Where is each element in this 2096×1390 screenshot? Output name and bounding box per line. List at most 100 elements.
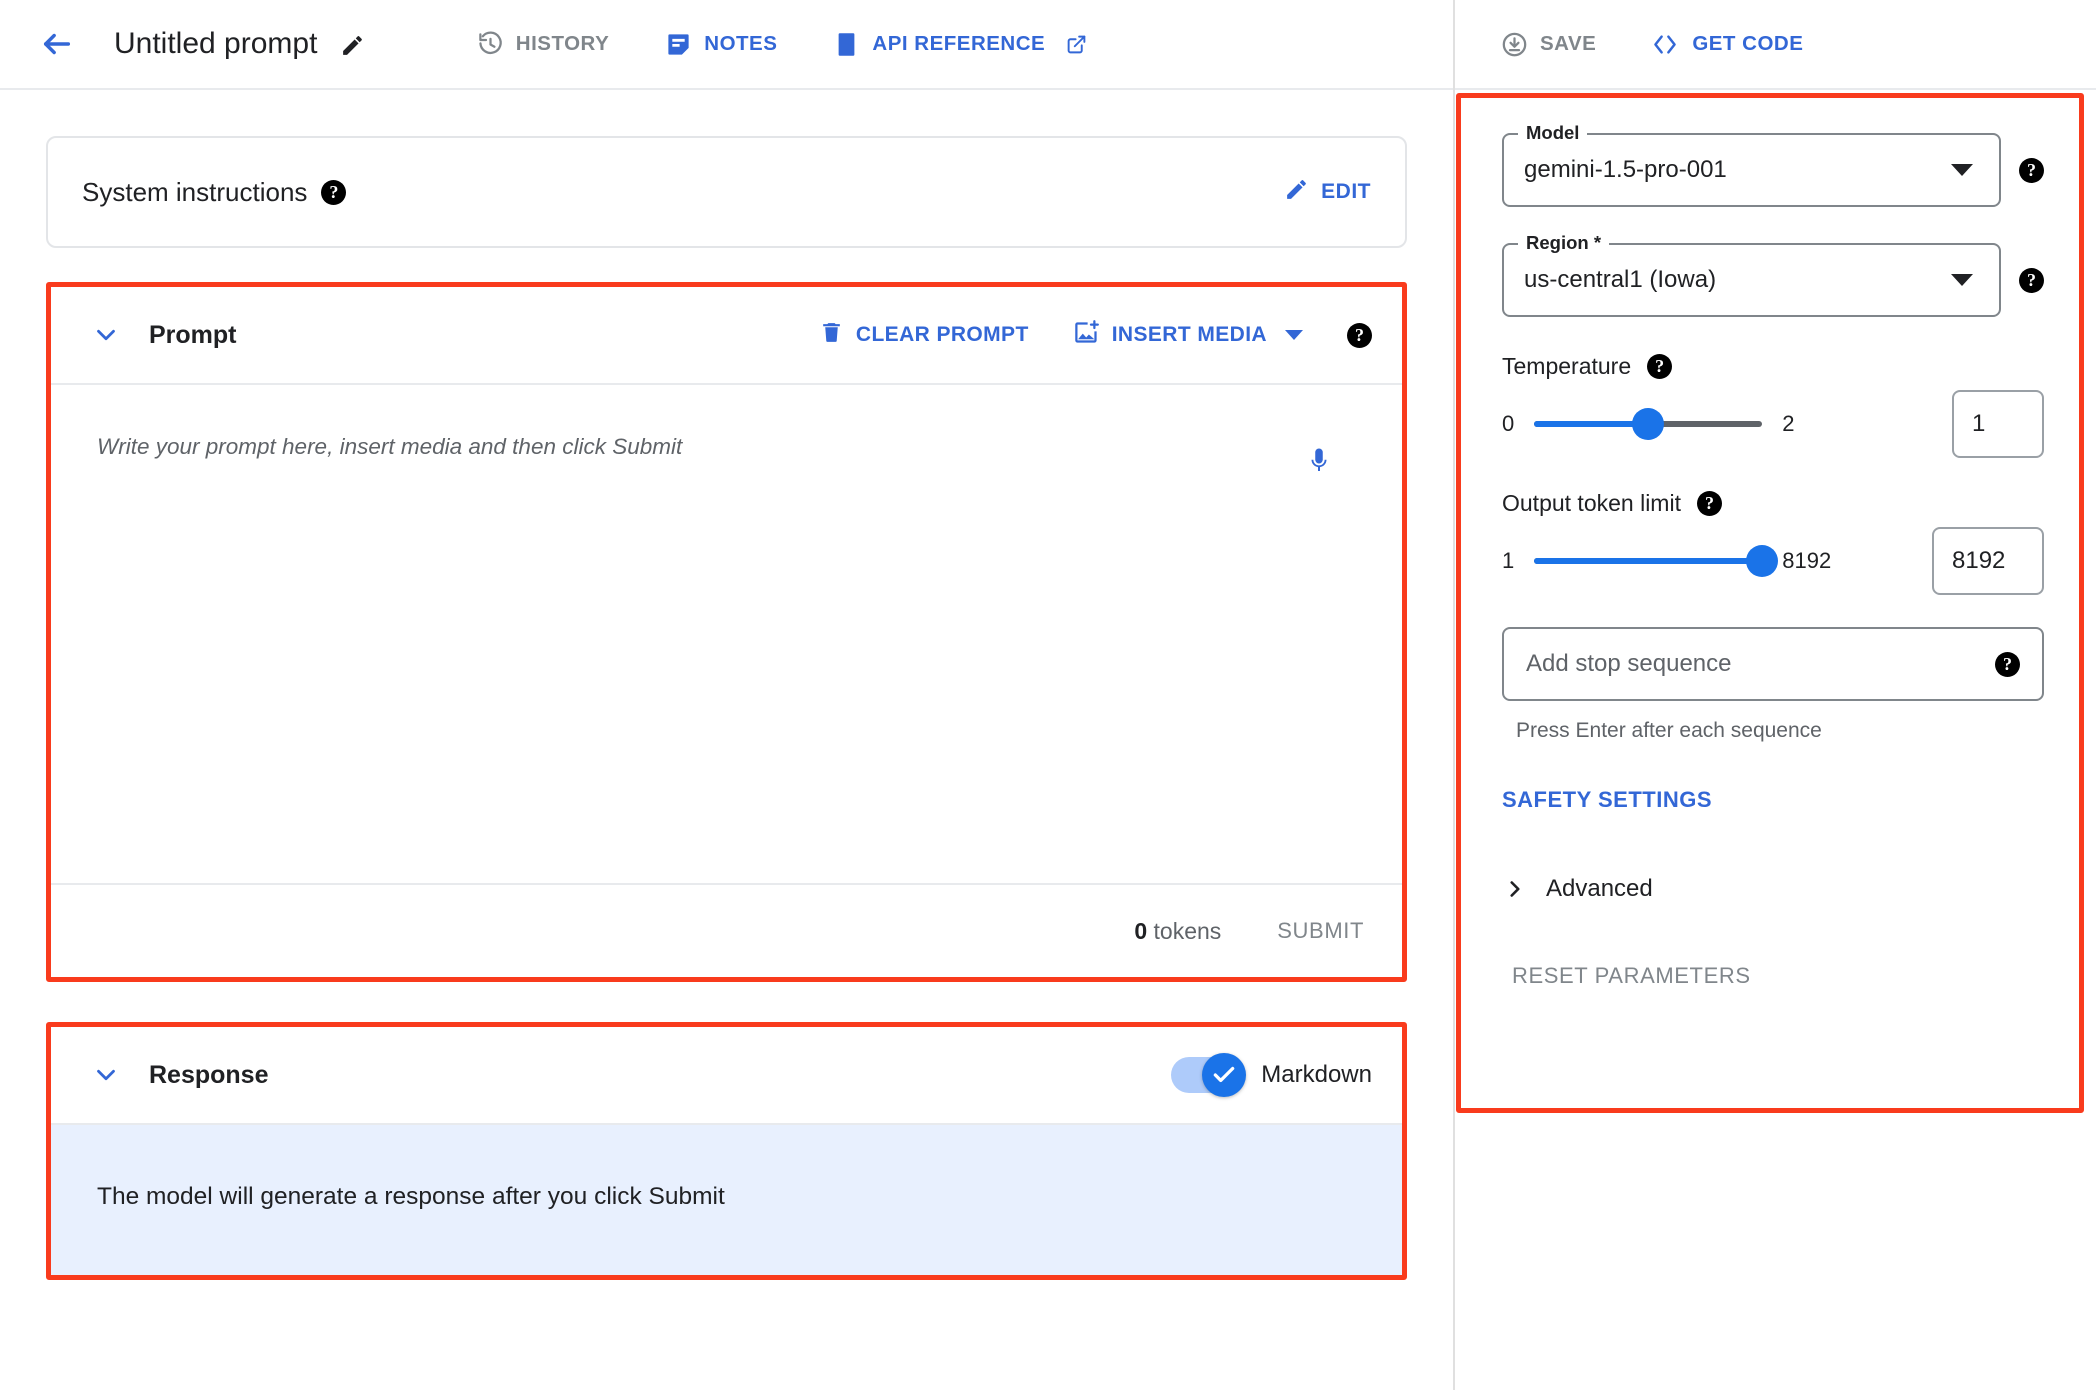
region-value: us-central1 (Iowa)	[1524, 266, 1717, 293]
main-content: System instructions ? EDIT Prompt CLEAR …	[0, 90, 1453, 1390]
save-button[interactable]: SAVE	[1501, 31, 1596, 58]
caret-down-icon	[1285, 330, 1303, 340]
back-button[interactable]	[34, 21, 80, 67]
help-icon[interactable]: ?	[2019, 267, 2044, 293]
notes-document-icon	[665, 31, 692, 58]
temperature-input[interactable]: 1	[1952, 390, 2044, 458]
token-count-unit: tokens	[1153, 917, 1222, 944]
temperature-slider-row: 0 2 1	[1502, 390, 2044, 458]
help-icon[interactable]: ?	[321, 179, 347, 205]
model-select[interactable]: Model gemini-1.5-pro-001	[1502, 122, 2001, 207]
help-icon[interactable]: ?	[2019, 157, 2044, 183]
output-token-limit-slider[interactable]	[1534, 545, 1779, 577]
advanced-label: Advanced	[1546, 875, 1653, 902]
trash-icon	[819, 320, 844, 351]
parameters-form: Model gemini-1.5-pro-001 ? Region * us-c…	[1456, 93, 2084, 989]
page-title-text: Untitled prompt	[114, 27, 318, 60]
code-brackets-icon	[1650, 31, 1680, 58]
temperature-group: Temperature ? 0 2 1	[1502, 353, 2044, 458]
temperature-min: 0	[1502, 411, 1515, 436]
output-token-limit-min: 1	[1502, 548, 1515, 573]
edit-system-instructions-button[interactable]: EDIT	[1284, 177, 1371, 208]
stop-sequence-field[interactable]: Add stop sequence ?	[1502, 627, 2044, 701]
prompt-header: Prompt CLEAR PROMPT INSERT MEDIA ?	[51, 287, 1402, 385]
clear-prompt-button[interactable]: CLEAR PROMPT	[819, 320, 1029, 351]
save-label: SAVE	[1540, 32, 1597, 55]
history-label: HISTORY	[515, 32, 610, 55]
output-token-limit-input[interactable]: 8192	[1932, 527, 2044, 595]
output-token-limit-max: 8192	[1782, 548, 1832, 573]
prompt-placeholder: Write your prompt here, insert media and…	[97, 434, 683, 459]
caret-down-icon	[1951, 274, 1973, 286]
output-token-limit-slider-fill	[1534, 558, 1763, 564]
reset-parameters-button[interactable]: RESET PARAMETERS	[1502, 963, 1751, 989]
save-download-icon	[1501, 31, 1528, 58]
output-token-limit-label-row: Output token limit ?	[1502, 490, 2044, 517]
response-title: Response	[149, 1060, 269, 1089]
output-token-limit-slider-row: 1 8192 8192	[1502, 527, 2044, 595]
top-bar-actions: HISTORY NOTES API REFERENCE	[477, 31, 1087, 58]
chevron-down-icon	[97, 329, 115, 341]
chevron-right-icon	[1510, 881, 1520, 897]
markdown-toggle[interactable]	[1171, 1053, 1247, 1097]
prompt-collapse-toggle[interactable]	[85, 314, 127, 356]
get-code-button[interactable]: GET CODE	[1650, 31, 1803, 58]
submit-button[interactable]: SUBMIT	[1277, 918, 1364, 944]
help-icon[interactable]: ?	[1647, 354, 1673, 379]
system-instructions-title: System instructions ?	[82, 176, 347, 208]
api-reference-label: API REFERENCE	[872, 32, 1046, 55]
advanced-section-toggle[interactable]: Advanced	[1502, 875, 2044, 903]
get-code-label: GET CODE	[1692, 32, 1804, 55]
pencil-icon	[1284, 177, 1309, 208]
temperature-label-row: Temperature ?	[1502, 353, 2044, 380]
parameters-pane: SAVE GET CODE Model gemini-1.5-pro-001 ?…	[1455, 0, 2096, 1390]
system-instructions-card: System instructions ? EDIT	[46, 136, 1407, 248]
temperature-max: 2	[1782, 411, 1795, 436]
temperature-slider[interactable]	[1534, 408, 1763, 440]
prompt-card: Prompt CLEAR PROMPT INSERT MEDIA ? Write…	[46, 282, 1407, 982]
edit-label: EDIT	[1321, 180, 1371, 203]
region-label: Region *	[1518, 232, 1610, 254]
insert-media-label: INSERT MEDIA	[1111, 323, 1267, 346]
book-icon	[833, 31, 860, 58]
markdown-label: Markdown	[1261, 1061, 1372, 1088]
token-count: 0 tokens	[1134, 918, 1221, 945]
caret-down-icon	[1951, 164, 1973, 176]
help-icon[interactable]: ?	[1696, 491, 1722, 516]
stop-sequence-placeholder: Add stop sequence	[1526, 650, 1732, 677]
temperature-slider-thumb[interactable]	[1632, 408, 1665, 440]
microphone-button[interactable]	[1298, 437, 1340, 485]
help-icon[interactable]: ?	[1995, 651, 2020, 677]
safety-settings-button[interactable]: SAFETY SETTINGS	[1502, 787, 1712, 813]
region-select[interactable]: Region * us-central1 (Iowa)	[1502, 232, 2001, 317]
stop-sequence-hint: Press Enter after each sequence	[1516, 719, 1822, 742]
title-edit-pencil-icon[interactable]	[340, 33, 365, 58]
model-value: gemini-1.5-pro-001	[1524, 156, 1727, 183]
prompt-input-area[interactable]: Write your prompt here, insert media and…	[51, 385, 1402, 883]
check-icon	[1213, 1066, 1235, 1083]
clear-prompt-label: CLEAR PROMPT	[855, 323, 1029, 346]
region-field-row: Region * us-central1 (Iowa) ?	[1502, 232, 2044, 317]
history-button[interactable]: HISTORY	[477, 31, 610, 58]
prompt-title: Prompt	[149, 320, 237, 349]
toggle-knob	[1202, 1053, 1247, 1097]
model-label: Model	[1518, 122, 1588, 144]
insert-media-button[interactable]: INSERT MEDIA	[1073, 319, 1303, 352]
help-icon[interactable]: ?	[1347, 322, 1372, 348]
history-clock-icon	[477, 31, 504, 58]
pencil-icon	[342, 35, 362, 55]
response-header: Response Markdown	[51, 1027, 1402, 1125]
prompt-actions: CLEAR PROMPT INSERT MEDIA ?	[819, 319, 1372, 352]
token-count-value: 0	[1134, 917, 1148, 944]
notes-button[interactable]: NOTES	[665, 31, 777, 58]
output-token-limit-slider-thumb[interactable]	[1746, 545, 1779, 577]
api-reference-button[interactable]: API REFERENCE	[833, 31, 1087, 58]
response-collapse-toggle[interactable]	[85, 1054, 127, 1096]
system-instructions-label: System instructions	[82, 176, 308, 207]
output-token-limit-group: Output token limit ? 1 8192 8192	[1502, 490, 2044, 595]
markdown-toggle-group: Markdown	[1171, 1053, 1372, 1097]
parameters-top-bar: SAVE GET CODE	[1455, 0, 2096, 90]
notes-label: NOTES	[704, 32, 778, 55]
model-field-row: Model gemini-1.5-pro-001 ?	[1502, 122, 2044, 207]
chevron-down-icon	[97, 1069, 115, 1081]
